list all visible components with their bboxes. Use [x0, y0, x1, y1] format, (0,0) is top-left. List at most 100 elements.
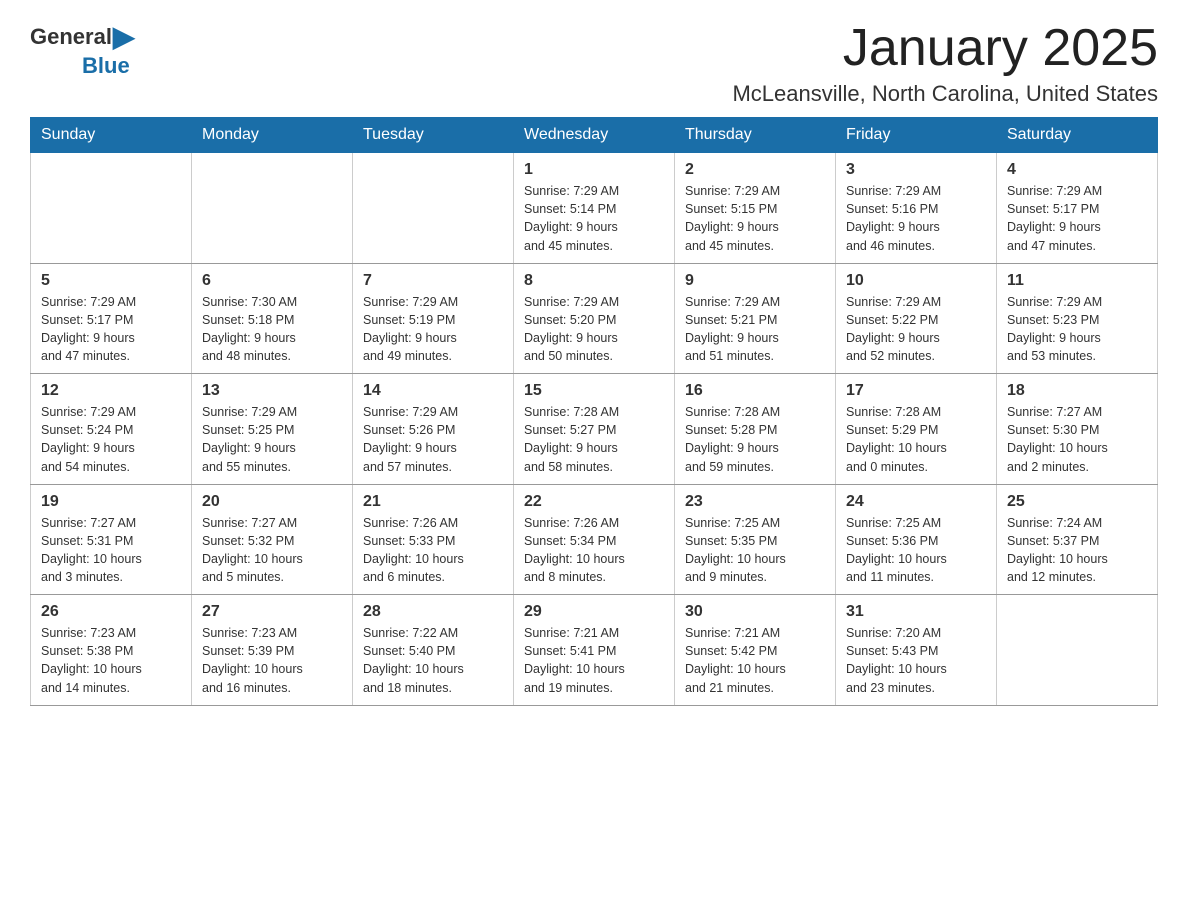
day-info: Sunrise: 7:23 AM Sunset: 5:38 PM Dayligh… [41, 624, 181, 697]
day-number: 22 [524, 493, 664, 511]
calendar-week-row: 26 Sunrise: 7:23 AM Sunset: 5:38 PM Dayli… [31, 595, 1158, 706]
day-info: Sunrise: 7:29 AM Sunset: 5:20 PM Dayligh… [524, 293, 664, 366]
day-info: Sunrise: 7:29 AM Sunset: 5:17 PM Dayligh… [41, 293, 181, 366]
calendar-day-13: 13Sunrise: 7:29 AM Sunset: 5:25 PM Dayli… [192, 374, 353, 485]
weekday-header-saturday: Saturday [997, 118, 1158, 153]
day-info: Sunrise: 7:29 AM Sunset: 5:21 PM Dayligh… [685, 293, 825, 366]
day-info: Sunrise: 7:27 AM Sunset: 5:30 PM Dayligh… [1007, 403, 1147, 476]
calendar-day-26: 26 Sunrise: 7:23 AM Sunset: 5:38 PM Dayli… [31, 595, 192, 706]
day-number: 24 [846, 493, 986, 511]
day-info: Sunrise: 7:28 AM Sunset: 5:27 PM Dayligh… [524, 403, 664, 476]
calendar-day-22: 22 Sunrise: 7:26 AM Sunset: 5:34 PM Dayli… [514, 484, 675, 595]
calendar-day-empty [192, 153, 353, 264]
calendar-day-empty [997, 595, 1158, 706]
day-number: 4 [1007, 161, 1147, 179]
weekday-header-sunday: Sunday [31, 118, 192, 153]
calendar-week-row: 1 Sunrise: 7:29 AM Sunset: 5:14 PM Daylig… [31, 153, 1158, 264]
day-number: 5 [41, 272, 181, 290]
calendar-day-9: 9 Sunrise: 7:29 AM Sunset: 5:21 PM Daylig… [675, 263, 836, 374]
calendar-day-24: 24 Sunrise: 7:25 AM Sunset: 5:36 PM Dayli… [836, 484, 997, 595]
day-number: 28 [363, 603, 503, 621]
day-number: 3 [846, 161, 986, 179]
calendar-day-31: 31Sunrise: 7:20 AM Sunset: 5:43 PM Dayli… [836, 595, 997, 706]
day-number: 25 [1007, 493, 1147, 511]
day-number: 20 [202, 493, 342, 511]
day-info: Sunrise: 7:29 AM Sunset: 5:24 PM Dayligh… [41, 403, 181, 476]
day-number: 6 [202, 272, 342, 290]
calendar-day-21: 21 Sunrise: 7:26 AM Sunset: 5:33 PM Dayli… [353, 484, 514, 595]
day-info: Sunrise: 7:29 AM Sunset: 5:14 PM Dayligh… [524, 182, 664, 255]
calendar-day-18: 18 Sunrise: 7:27 AM Sunset: 5:30 PM Dayli… [997, 374, 1158, 485]
day-info: Sunrise: 7:25 AM Sunset: 5:35 PM Dayligh… [685, 514, 825, 587]
day-info: Sunrise: 7:20 AM Sunset: 5:43 PM Dayligh… [846, 624, 986, 697]
day-info: Sunrise: 7:21 AM Sunset: 5:41 PM Dayligh… [524, 624, 664, 697]
calendar-table: SundayMondayTuesdayWednesdayThursdayFrid… [30, 117, 1158, 706]
day-number: 18 [1007, 382, 1147, 400]
logo-general-text: General [30, 24, 112, 50]
day-info: Sunrise: 7:29 AM Sunset: 5:26 PM Dayligh… [363, 403, 503, 476]
day-number: 1 [524, 161, 664, 179]
calendar-day-7: 7 Sunrise: 7:29 AM Sunset: 5:19 PM Daylig… [353, 263, 514, 374]
day-info: Sunrise: 7:26 AM Sunset: 5:33 PM Dayligh… [363, 514, 503, 587]
calendar-day-23: 23 Sunrise: 7:25 AM Sunset: 5:35 PM Dayli… [675, 484, 836, 595]
day-info: Sunrise: 7:21 AM Sunset: 5:42 PM Dayligh… [685, 624, 825, 697]
logo-blue-text: Blue [82, 53, 130, 78]
day-number: 10 [846, 272, 986, 290]
day-info: Sunrise: 7:29 AM Sunset: 5:17 PM Dayligh… [1007, 182, 1147, 255]
page-header: General ▶ Blue January 2025 McLeansville… [30, 20, 1158, 107]
calendar-day-11: 11Sunrise: 7:29 AM Sunset: 5:23 PM Dayli… [997, 263, 1158, 374]
day-info: Sunrise: 7:28 AM Sunset: 5:28 PM Dayligh… [685, 403, 825, 476]
day-info: Sunrise: 7:25 AM Sunset: 5:36 PM Dayligh… [846, 514, 986, 587]
weekday-header-friday: Friday [836, 118, 997, 153]
calendar-day-4: 4 Sunrise: 7:29 AM Sunset: 5:17 PM Daylig… [997, 153, 1158, 264]
calendar-week-row: 19Sunrise: 7:27 AM Sunset: 5:31 PM Dayli… [31, 484, 1158, 595]
day-info: Sunrise: 7:30 AM Sunset: 5:18 PM Dayligh… [202, 293, 342, 366]
day-info: Sunrise: 7:24 AM Sunset: 5:37 PM Dayligh… [1007, 514, 1147, 587]
weekday-header-thursday: Thursday [675, 118, 836, 153]
calendar-day-28: 28 Sunrise: 7:22 AM Sunset: 5:40 PM Dayli… [353, 595, 514, 706]
calendar-header-row: SundayMondayTuesdayWednesdayThursdayFrid… [31, 118, 1158, 153]
calendar-day-14: 14Sunrise: 7:29 AM Sunset: 5:26 PM Dayli… [353, 374, 514, 485]
day-number: 27 [202, 603, 342, 621]
day-number: 21 [363, 493, 503, 511]
day-info: Sunrise: 7:22 AM Sunset: 5:40 PM Dayligh… [363, 624, 503, 697]
day-number: 9 [685, 272, 825, 290]
day-number: 30 [685, 603, 825, 621]
calendar-day-3: 3Sunrise: 7:29 AM Sunset: 5:16 PM Daylig… [836, 153, 997, 264]
day-number: 29 [524, 603, 664, 621]
calendar-day-empty [31, 153, 192, 264]
calendar-day-12: 12 Sunrise: 7:29 AM Sunset: 5:24 PM Dayli… [31, 374, 192, 485]
calendar-day-17: 17Sunrise: 7:28 AM Sunset: 5:29 PM Dayli… [836, 374, 997, 485]
day-info: Sunrise: 7:29 AM Sunset: 5:22 PM Dayligh… [846, 293, 986, 366]
calendar-day-15: 15 Sunrise: 7:28 AM Sunset: 5:27 PM Dayli… [514, 374, 675, 485]
day-info: Sunrise: 7:23 AM Sunset: 5:39 PM Dayligh… [202, 624, 342, 697]
calendar-day-8: 8Sunrise: 7:29 AM Sunset: 5:20 PM Daylig… [514, 263, 675, 374]
day-info: Sunrise: 7:29 AM Sunset: 5:23 PM Dayligh… [1007, 293, 1147, 366]
calendar-day-6: 6 Sunrise: 7:30 AM Sunset: 5:18 PM Daylig… [192, 263, 353, 374]
day-number: 2 [685, 161, 825, 179]
location-title: McLeansville, North Carolina, United Sta… [732, 81, 1158, 107]
day-number: 15 [524, 382, 664, 400]
logo-arrow-icon: ▶ [113, 20, 135, 53]
calendar-day-1: 1 Sunrise: 7:29 AM Sunset: 5:14 PM Daylig… [514, 153, 675, 264]
calendar-day-19: 19Sunrise: 7:27 AM Sunset: 5:31 PM Dayli… [31, 484, 192, 595]
day-info: Sunrise: 7:29 AM Sunset: 5:19 PM Dayligh… [363, 293, 503, 366]
calendar-week-row: 5 Sunrise: 7:29 AM Sunset: 5:17 PM Daylig… [31, 263, 1158, 374]
day-number: 12 [41, 382, 181, 400]
calendar-day-16: 16Sunrise: 7:28 AM Sunset: 5:28 PM Dayli… [675, 374, 836, 485]
day-info: Sunrise: 7:26 AM Sunset: 5:34 PM Dayligh… [524, 514, 664, 587]
calendar-day-5: 5 Sunrise: 7:29 AM Sunset: 5:17 PM Daylig… [31, 263, 192, 374]
calendar-day-20: 20Sunrise: 7:27 AM Sunset: 5:32 PM Dayli… [192, 484, 353, 595]
day-number: 19 [41, 493, 181, 511]
day-info: Sunrise: 7:29 AM Sunset: 5:25 PM Dayligh… [202, 403, 342, 476]
day-number: 26 [41, 603, 181, 621]
day-number: 7 [363, 272, 503, 290]
month-title: January 2025 [732, 20, 1158, 77]
day-number: 23 [685, 493, 825, 511]
weekday-header-monday: Monday [192, 118, 353, 153]
calendar-day-30: 30 Sunrise: 7:21 AM Sunset: 5:42 PM Dayli… [675, 595, 836, 706]
title-block: January 2025 McLeansville, North Carolin… [732, 20, 1158, 107]
calendar-day-29: 29 Sunrise: 7:21 AM Sunset: 5:41 PM Dayli… [514, 595, 675, 706]
weekday-header-wednesday: Wednesday [514, 118, 675, 153]
calendar-week-row: 12 Sunrise: 7:29 AM Sunset: 5:24 PM Dayli… [31, 374, 1158, 485]
